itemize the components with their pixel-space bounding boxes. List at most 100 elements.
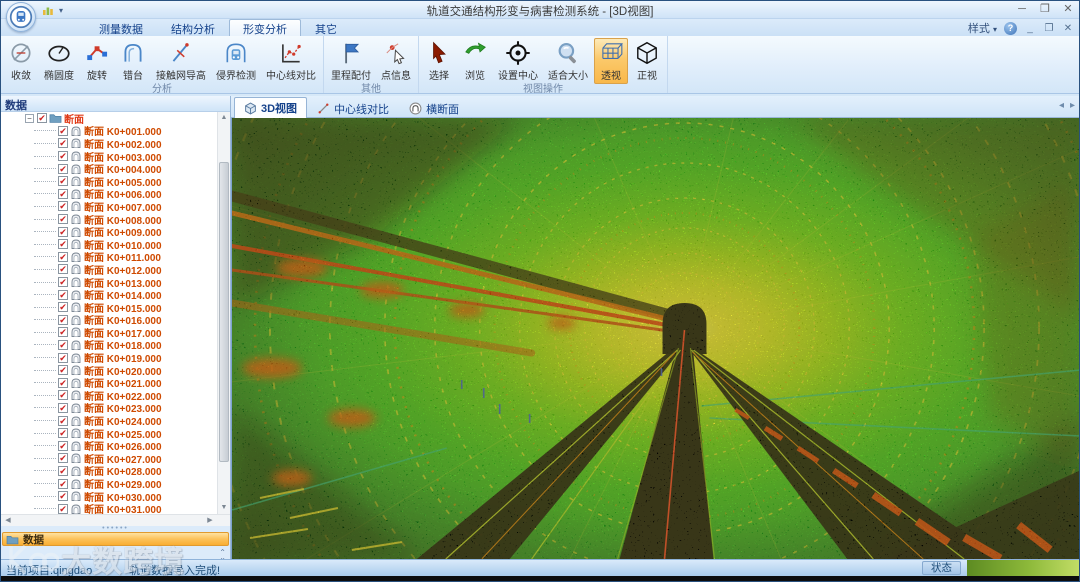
tree-connector: [34, 180, 56, 182]
tab-scroll-left-icon[interactable]: ◂: [1059, 100, 1064, 111]
close-button[interactable]: ✕: [1061, 2, 1075, 17]
toolbar-button-clearance[interactable]: 侵界检测: [212, 38, 260, 84]
ellipticity-icon: [46, 40, 72, 66]
section-arch-icon: [70, 503, 82, 514]
status-bar: 当前项目:qingdao 轨道数据导入完成! 状态: [1, 559, 1079, 577]
checkbox-checked[interactable]: ✔: [58, 151, 68, 162]
checkbox-checked[interactable]: ✔: [58, 327, 68, 338]
tree-vertical-scrollbar[interactable]: ▲ ▼: [217, 112, 230, 514]
view-tab-横断面[interactable]: 横断面: [399, 98, 469, 118]
view3d-icon: [244, 102, 257, 115]
style-dropdown[interactable]: 样式 ▾: [968, 20, 997, 36]
toolbar-button-mileage[interactable]: 里程配付: [327, 38, 375, 84]
data-panel-collapsed-bar[interactable]: 数据: [2, 532, 229, 546]
tree-connector: [34, 457, 56, 459]
checkbox-checked[interactable]: ✔: [58, 377, 68, 388]
scroll-down-icon[interactable]: ▼: [218, 502, 230, 514]
checkbox-checked[interactable]: ✔: [58, 390, 68, 401]
ribbon-group-视图操作: 选择 浏览 设置中心 适合大小 透视 正视 视图操作: [419, 36, 668, 95]
mdi-minimize-button[interactable]: _: [1024, 23, 1036, 34]
ribbon-group-其他: 里程配付 点信息 其他: [324, 36, 419, 95]
toolbar-button-convergence[interactable]: 收敛: [4, 38, 38, 84]
tab-scroll-right-icon[interactable]: ▸: [1070, 100, 1075, 111]
toolbar-button-select[interactable]: 选择: [422, 38, 456, 84]
checkbox-checked[interactable]: ✔: [58, 264, 68, 275]
view-tab-中心线对比[interactable]: 中心线对比: [307, 98, 399, 118]
tunnel-3d-viewport[interactable]: [231, 118, 1079, 559]
minimize-button[interactable]: ─: [1015, 2, 1029, 17]
mdi-restore-button[interactable]: ❐: [1043, 23, 1055, 34]
toolbar-button-perspective[interactable]: 透视: [594, 38, 628, 84]
tree-connector: [34, 445, 56, 447]
toolbar-button-front-view[interactable]: 正视: [630, 38, 664, 84]
tree-connector: [34, 155, 56, 157]
tree-connector: [34, 357, 56, 359]
checkbox-checked[interactable]: ✔: [58, 302, 68, 313]
view-tab-3D视图[interactable]: 3D视图: [234, 97, 308, 118]
ribbon-tab-结构分析[interactable]: 结构分析: [157, 19, 229, 36]
tree-connector: [34, 331, 56, 333]
ribbon-tab-row: 测量数据 结构分析 形变分析 其它 样式 ▾ ? _ ❐ ✕: [1, 19, 1079, 36]
status-state-button[interactable]: 状态: [922, 561, 961, 575]
help-icon[interactable]: ?: [1004, 21, 1017, 35]
train-logo-icon: [8, 4, 34, 30]
checkbox-checked[interactable]: ✔: [58, 453, 68, 464]
quick-access-chart-icon[interactable]: [41, 3, 55, 17]
toolbar-button-set-center[interactable]: 设置中心: [494, 38, 542, 84]
view-tab-bar: 3D视图 中心线对比 横断面 ◂ ▸: [231, 96, 1079, 118]
checkbox-checked[interactable]: ✔: [58, 478, 68, 489]
checkbox-checked[interactable]: ✔: [58, 440, 68, 451]
ribbon-tab-其它[interactable]: 其它: [301, 19, 351, 36]
checkbox-checked[interactable]: ✔: [58, 239, 68, 250]
toolbar-button-catenary[interactable]: 接触网导高: [152, 38, 210, 84]
application-menu-button[interactable]: [6, 2, 36, 32]
toolbar-button-browse[interactable]: 浏览: [458, 38, 492, 84]
checkbox-checked[interactable]: ✔: [37, 113, 47, 124]
section-tree: − ✔ 断面 ✔ 断面 K0+001.000 ✔ 断面 K0+002.000 ✔ 断面 K0+0…: [1, 112, 230, 514]
tree-connector: [34, 142, 56, 144]
checkbox-checked[interactable]: ✔: [58, 226, 68, 237]
ribbon-tab-测量数据[interactable]: 测量数据: [85, 19, 157, 36]
application-window: 轨道交通结构形变与病害检测系统 - [3D视图] ─ ❐ ✕ ▾ 测量数据 结构分…: [0, 0, 1080, 582]
restore-button[interactable]: ❐: [1038, 2, 1052, 17]
title-bar: 轨道交通结构形变与病害检测系统 - [3D视图] ─ ❐ ✕: [1, 1, 1079, 19]
tree-item-row[interactable]: ✔ 断面 K0+031.000: [1, 502, 230, 514]
checkbox-checked[interactable]: ✔: [58, 289, 68, 300]
scroll-up-icon[interactable]: ▲: [218, 112, 230, 124]
checkbox-checked[interactable]: ✔: [58, 365, 68, 376]
checkbox-checked[interactable]: ✔: [58, 503, 68, 514]
quick-access-dropdown-icon[interactable]: ▾: [59, 6, 63, 15]
checkbox-checked[interactable]: ✔: [58, 163, 68, 174]
toolbar-button-rotate[interactable]: 旋转: [80, 38, 114, 84]
section-arch-icon: [70, 389, 82, 401]
toolbar-button-point-info[interactable]: 点信息: [377, 38, 415, 84]
toolbar-button-ellipticity[interactable]: 椭圆度: [40, 38, 78, 84]
checkbox-checked[interactable]: ✔: [58, 277, 68, 288]
checkbox-checked[interactable]: ✔: [58, 491, 68, 502]
tree-connector: [34, 319, 56, 321]
checkbox-checked[interactable]: ✔: [58, 402, 68, 413]
tree-collapse-icon[interactable]: −: [25, 113, 34, 123]
checkbox-checked[interactable]: ✔: [58, 415, 68, 426]
mdi-close-button[interactable]: ✕: [1062, 23, 1074, 34]
checkbox-checked[interactable]: ✔: [58, 339, 68, 350]
checkbox-checked[interactable]: ✔: [58, 251, 68, 262]
set-center-icon: [505, 40, 531, 66]
checkbox-checked[interactable]: ✔: [58, 465, 68, 476]
toolbar-button-stagger[interactable]: 错台: [116, 38, 150, 84]
status-progress-bar: [967, 560, 1079, 576]
toolbar-button-centerline[interactable]: 中心线对比: [262, 38, 320, 84]
checkbox-checked[interactable]: ✔: [58, 352, 68, 363]
checkbox-checked[interactable]: ✔: [58, 428, 68, 439]
checkbox-checked[interactable]: ✔: [58, 188, 68, 199]
checkbox-checked[interactable]: ✔: [58, 125, 68, 136]
ribbon-tab-形变分析[interactable]: 形变分析: [229, 19, 301, 36]
checkbox-checked[interactable]: ✔: [58, 138, 68, 149]
checkbox-checked[interactable]: ✔: [58, 314, 68, 325]
scrollbar-thumb[interactable]: [219, 162, 229, 462]
checkbox-checked[interactable]: ✔: [58, 214, 68, 225]
toolbar-button-fit-size[interactable]: 适合大小: [544, 38, 592, 84]
tunnel-point-cloud-render: [232, 118, 1079, 559]
checkbox-checked[interactable]: ✔: [58, 201, 68, 212]
checkbox-checked[interactable]: ✔: [58, 176, 68, 187]
